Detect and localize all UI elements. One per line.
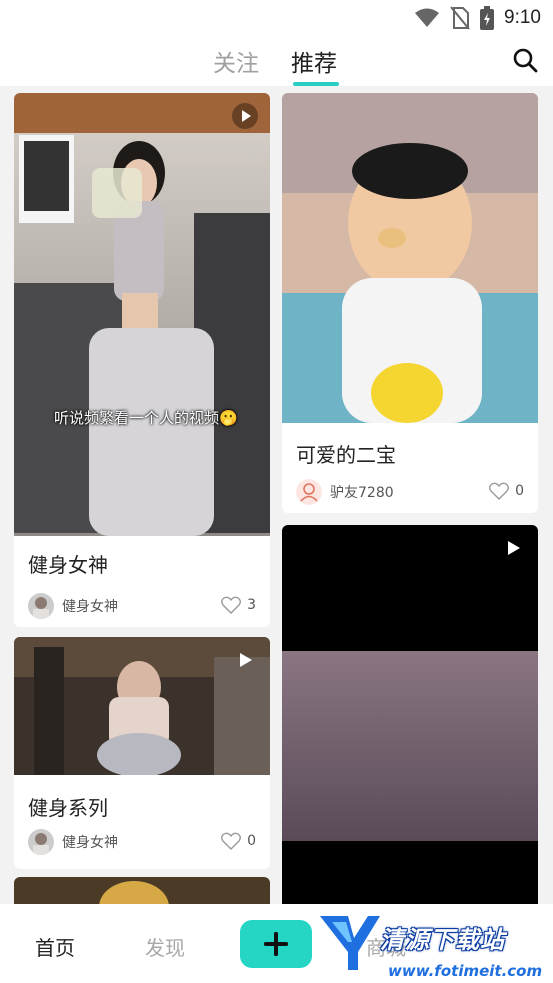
card-title: 可爱的二宝 — [296, 443, 396, 467]
nav-discover[interactable]: 发现 — [145, 932, 185, 961]
image-thumbnail — [282, 93, 538, 423]
status-time: 9:10 — [504, 7, 541, 28]
play-icon[interactable] — [232, 103, 258, 129]
search-icon[interactable] — [511, 46, 539, 74]
feed-card[interactable]: 健身系列 健身女神 0 — [14, 637, 270, 869]
card-title: 健身女神 — [28, 553, 108, 577]
author-name: 驴友7280 — [330, 485, 394, 501]
card-title: 健身系列 — [28, 796, 108, 820]
watermark: 清源下载站 www.fotimeit.com — [318, 912, 548, 982]
feed-card[interactable]: 可爱的二宝 驴友7280 0 — [282, 93, 538, 513]
tab-recommend[interactable]: 推荐 — [291, 44, 337, 78]
play-icon[interactable] — [500, 535, 526, 561]
play-icon[interactable] — [232, 647, 258, 673]
heart-icon — [221, 832, 242, 850]
feed-card[interactable] — [282, 525, 538, 904]
heart-icon — [489, 482, 510, 500]
feed-card[interactable]: 听说频繁看一个人的视频🫢 健身女神 健身女神 3 — [14, 93, 270, 627]
plus-icon — [264, 932, 288, 956]
video-caption: 听说频繁看一个人的视频🫢 — [54, 409, 238, 427]
video-thumbnail — [14, 877, 270, 904]
feed: 听说频繁看一个人的视频🫢 健身女神 健身女神 3 可爱的二宝 驴友7280 0 … — [0, 86, 553, 904]
video-thumbnail — [282, 525, 538, 904]
author-name: 健身女神 — [62, 599, 118, 615]
no-sim-icon — [450, 6, 470, 30]
watermark-logo — [320, 916, 380, 970]
header: 关注 推荐 — [0, 38, 553, 86]
like-count: 3 — [247, 597, 256, 613]
like-button[interactable]: 0 — [221, 832, 256, 850]
card-author[interactable]: 驴友7280 — [296, 479, 394, 505]
author-name: 健身女神 — [62, 835, 118, 851]
status-icons: 9:10 — [414, 6, 541, 30]
card-author[interactable]: 健身女神 — [28, 829, 118, 855]
battery-charging-icon — [480, 6, 495, 30]
avatar — [296, 479, 322, 505]
video-thumbnail — [14, 93, 270, 536]
add-button[interactable] — [240, 920, 312, 968]
like-count: 0 — [247, 833, 256, 849]
watermark-url: www.fotimeit.com — [388, 962, 543, 980]
card-author[interactable]: 健身女神 — [28, 593, 118, 619]
feed-card[interactable] — [14, 877, 270, 904]
watermark-brand: 清源下载站 — [380, 926, 505, 954]
like-button[interactable]: 3 — [221, 596, 256, 614]
like-count: 0 — [515, 483, 524, 499]
avatar — [28, 829, 54, 855]
like-button[interactable]: 0 — [489, 482, 524, 500]
heart-icon — [221, 596, 242, 614]
nav-home[interactable]: 首页 — [35, 932, 75, 961]
wifi-icon — [415, 8, 440, 27]
avatar — [28, 593, 54, 619]
tab-follow[interactable]: 关注 — [213, 44, 259, 78]
status-bar: 9:10 — [0, 0, 553, 38]
